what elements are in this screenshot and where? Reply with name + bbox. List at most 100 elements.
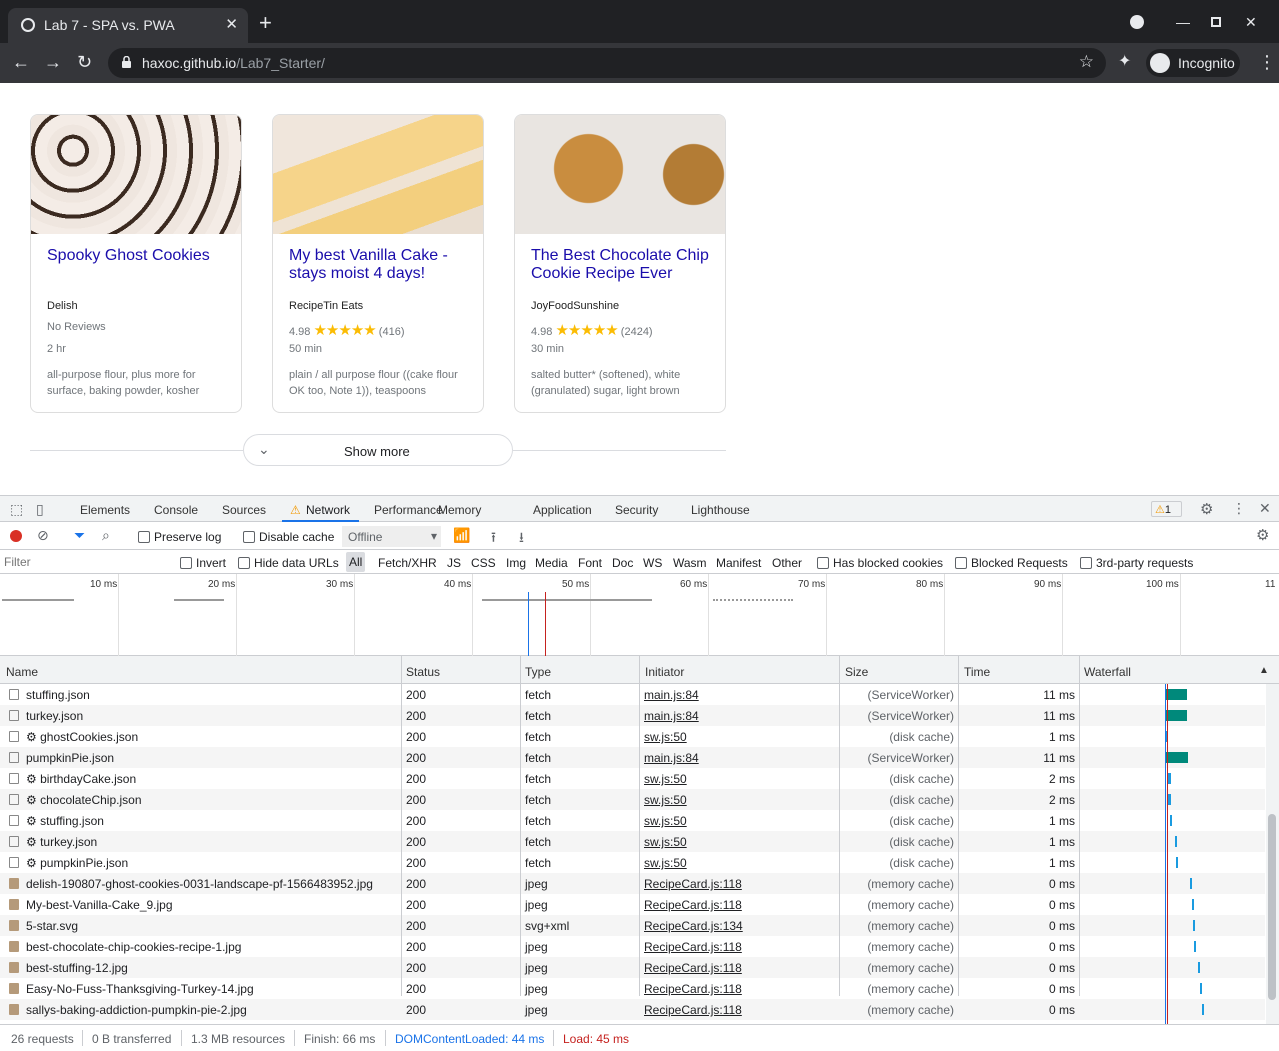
request-initiator-link[interactable]: sw.js:50 bbox=[644, 856, 687, 870]
request-initiator-link[interactable]: RecipeCard.js:118 bbox=[644, 877, 742, 891]
request-name[interactable]: sallys-baking-addiction-pumpkin-pie-2.jp… bbox=[26, 1003, 247, 1017]
column-size[interactable]: Size bbox=[845, 665, 868, 679]
table-row[interactable]: ⚙ stuffing.json 200 fetch sw.js:50 (disk cac… bbox=[0, 810, 1265, 831]
scrollbar[interactable] bbox=[1266, 684, 1279, 1024]
tab-console[interactable]: Console bbox=[154, 503, 198, 517]
type-filter-doc[interactable]: Doc bbox=[612, 556, 633, 570]
table-row[interactable]: turkey.json 200 fetch main.js:84 (ServiceWor… bbox=[0, 705, 1265, 726]
third-party-checkbox[interactable]: 3rd-party requests bbox=[1080, 556, 1193, 570]
network-conditions-icon[interactable]: 📶 bbox=[453, 527, 470, 544]
tab-performance[interactable]: Performance bbox=[374, 503, 443, 517]
table-row[interactable]: ⚙ ghostCookies.json 200 fetch sw.js:50 (disk… bbox=[0, 726, 1265, 747]
device-toolbar-icon[interactable]: ▯ bbox=[36, 501, 44, 518]
request-initiator-link[interactable]: sw.js:50 bbox=[644, 730, 687, 744]
request-initiator-link[interactable]: RecipeCard.js:118 bbox=[644, 961, 742, 975]
table-row[interactable]: pumpkinPie.json 200 fetch main.js:84 (Servic… bbox=[0, 747, 1265, 768]
invert-checkbox[interactable]: Invert bbox=[180, 556, 226, 570]
import-har-icon[interactable]: ⭱ bbox=[491, 527, 496, 551]
type-filter-css[interactable]: CSS bbox=[471, 556, 496, 570]
tab-search-icon[interactable] bbox=[1130, 15, 1144, 29]
request-name[interactable]: ⚙ pumpkinPie.json bbox=[26, 856, 128, 870]
sort-up-icon[interactable]: ▲ bbox=[1259, 665, 1269, 676]
browser-tab[interactable]: Lab 7 - SPA vs. PWA ✕ bbox=[8, 8, 248, 43]
request-initiator-link[interactable]: RecipeCard.js:118 bbox=[644, 898, 742, 912]
column-status[interactable]: Status bbox=[406, 665, 440, 679]
hide-data-urls-checkbox[interactable]: Hide data URLs bbox=[238, 556, 339, 570]
request-initiator-link[interactable]: RecipeCard.js:118 bbox=[644, 1003, 742, 1017]
request-name[interactable]: ⚙ ghostCookies.json bbox=[26, 730, 138, 744]
request-initiator-link[interactable]: sw.js:50 bbox=[644, 793, 687, 807]
close-window-icon[interactable]: ✕ bbox=[1245, 14, 1257, 31]
request-name[interactable]: Easy-No-Fuss-Thanksgiving-Turkey-14.jpg bbox=[26, 982, 254, 996]
address-bar[interactable]: haxoc.github.io/Lab7_Starter/ ☆ bbox=[108, 48, 1106, 78]
maximize-icon[interactable] bbox=[1211, 17, 1221, 27]
recipe-title[interactable]: The Best Chocolate Chip Cookie Recipe Ev… bbox=[531, 247, 716, 283]
request-name[interactable]: turkey.json bbox=[26, 709, 83, 723]
request-name[interactable]: delish-190807-ghost-cookies-0031-landsca… bbox=[26, 877, 373, 891]
clear-icon[interactable]: ⊘ bbox=[37, 527, 49, 544]
type-filter-js[interactable]: JS bbox=[447, 556, 461, 570]
new-tab-button[interactable]: + bbox=[259, 12, 272, 34]
request-initiator-link[interactable]: main.js:84 bbox=[644, 688, 699, 702]
table-row[interactable]: ⚙ chocolateChip.json 200 fetch sw.js:50 (dis… bbox=[0, 789, 1265, 810]
table-row[interactable]: Easy-No-Fuss-Thanksgiving-Turkey-14.jpg 2… bbox=[0, 978, 1265, 999]
inspect-element-icon[interactable]: ⬚ bbox=[10, 501, 23, 518]
request-name[interactable]: best-chocolate-chip-cookies-recipe-1.jpg bbox=[26, 940, 241, 954]
table-row[interactable]: best-stuffing-12.jpg 200 jpeg RecipeCard.js… bbox=[0, 957, 1265, 978]
request-initiator-link[interactable]: RecipeCard.js:134 bbox=[644, 919, 743, 933]
tab-network[interactable]: Network bbox=[306, 503, 350, 517]
filter-icon[interactable]: ⏷ bbox=[74, 527, 85, 544]
export-har-icon[interactable]: ⭳ bbox=[519, 527, 524, 551]
request-name[interactable]: ⚙ chocolateChip.json bbox=[26, 793, 142, 807]
request-initiator-link[interactable]: main.js:84 bbox=[644, 751, 699, 765]
menu-icon[interactable]: ⋮ bbox=[1258, 52, 1276, 72]
has-blocked-cookies-checkbox[interactable]: Has blocked cookies bbox=[817, 556, 943, 570]
tab-sources[interactable]: Sources bbox=[222, 503, 266, 517]
type-filter-font[interactable]: Font bbox=[578, 556, 602, 570]
timeline-overview[interactable]: 10 ms 20 ms 30 ms 40 ms 50 ms 60 ms 70 m… bbox=[0, 574, 1279, 656]
request-initiator-link[interactable]: main.js:84 bbox=[644, 709, 699, 723]
request-name[interactable]: ⚙ stuffing.json bbox=[26, 814, 104, 828]
request-name[interactable]: My-best-Vanilla-Cake_9.jpg bbox=[26, 898, 173, 912]
request-initiator-link[interactable]: sw.js:50 bbox=[644, 814, 687, 828]
bookmark-star-icon[interactable]: ☆ bbox=[1079, 52, 1094, 72]
table-row[interactable]: sallys-baking-addiction-pumpkin-pie-2.jp… bbox=[0, 999, 1265, 1020]
type-filter-all[interactable]: All bbox=[346, 552, 366, 572]
request-name[interactable]: 5-star.svg bbox=[26, 919, 78, 933]
request-name[interactable]: best-stuffing-12.jpg bbox=[26, 961, 128, 975]
preserve-log-checkbox[interactable]: Preserve log bbox=[138, 530, 221, 544]
blocked-requests-checkbox[interactable]: Blocked Requests bbox=[955, 556, 1068, 570]
recipe-card[interactable]: My best Vanilla Cake - stays moist 4 day… bbox=[272, 114, 484, 413]
incognito-badge[interactable]: Incognito bbox=[1146, 49, 1240, 77]
scrollbar-thumb[interactable] bbox=[1268, 814, 1276, 1000]
search-icon[interactable]: ⌕ bbox=[102, 527, 110, 544]
recipe-card[interactable]: The Best Chocolate Chip Cookie Recipe Ev… bbox=[514, 114, 726, 413]
show-more-button[interactable]: ⌄ Show more bbox=[243, 434, 513, 466]
filter-input[interactable] bbox=[4, 553, 166, 571]
tab-elements[interactable]: Elements bbox=[80, 503, 130, 517]
column-initiator[interactable]: Initiator bbox=[645, 665, 684, 679]
type-filter-img[interactable]: Img bbox=[506, 556, 526, 570]
request-name[interactable]: pumpkinPie.json bbox=[26, 751, 114, 765]
disable-cache-checkbox[interactable]: Disable cache bbox=[243, 530, 334, 544]
request-name[interactable]: stuffing.json bbox=[26, 688, 90, 702]
recipe-card[interactable]: Spooky Ghost Cookies Delish No Reviews 2… bbox=[30, 114, 242, 413]
table-row[interactable]: best-chocolate-chip-cookies-recipe-1.jpg… bbox=[0, 936, 1265, 957]
table-row[interactable]: ⚙ birthdayCake.json 200 fetch sw.js:50 (disk… bbox=[0, 768, 1265, 789]
column-type[interactable]: Type bbox=[525, 665, 551, 679]
table-row[interactable]: delish-190807-ghost-cookies-0031-landsca… bbox=[0, 873, 1265, 894]
warnings-badge[interactable]: ⚠1 bbox=[1151, 501, 1182, 517]
request-initiator-link[interactable]: RecipeCard.js:118 bbox=[644, 982, 742, 996]
request-name[interactable]: ⚙ turkey.json bbox=[26, 835, 97, 849]
tab-memory[interactable]: Memory bbox=[438, 503, 481, 517]
tab-application[interactable]: Application bbox=[533, 503, 592, 517]
table-row[interactable]: 5-star.svg 200 svg+xml RecipeCard.js:134 (me… bbox=[0, 915, 1265, 936]
request-name[interactable]: ⚙ birthdayCake.json bbox=[26, 772, 136, 786]
column-waterfall[interactable]: Waterfall bbox=[1084, 665, 1131, 679]
type-filter-media[interactable]: Media bbox=[535, 556, 568, 570]
table-row[interactable]: ⚙ pumpkinPie.json 200 fetch sw.js:50 (disk c… bbox=[0, 852, 1265, 873]
table-row[interactable]: stuffing.json 200 fetch main.js:84 (ServiceW… bbox=[0, 684, 1265, 705]
column-time[interactable]: Time bbox=[964, 665, 990, 679]
tab-lighthouse[interactable]: Lighthouse bbox=[691, 503, 750, 517]
type-filter-wasm[interactable]: Wasm bbox=[673, 556, 707, 570]
